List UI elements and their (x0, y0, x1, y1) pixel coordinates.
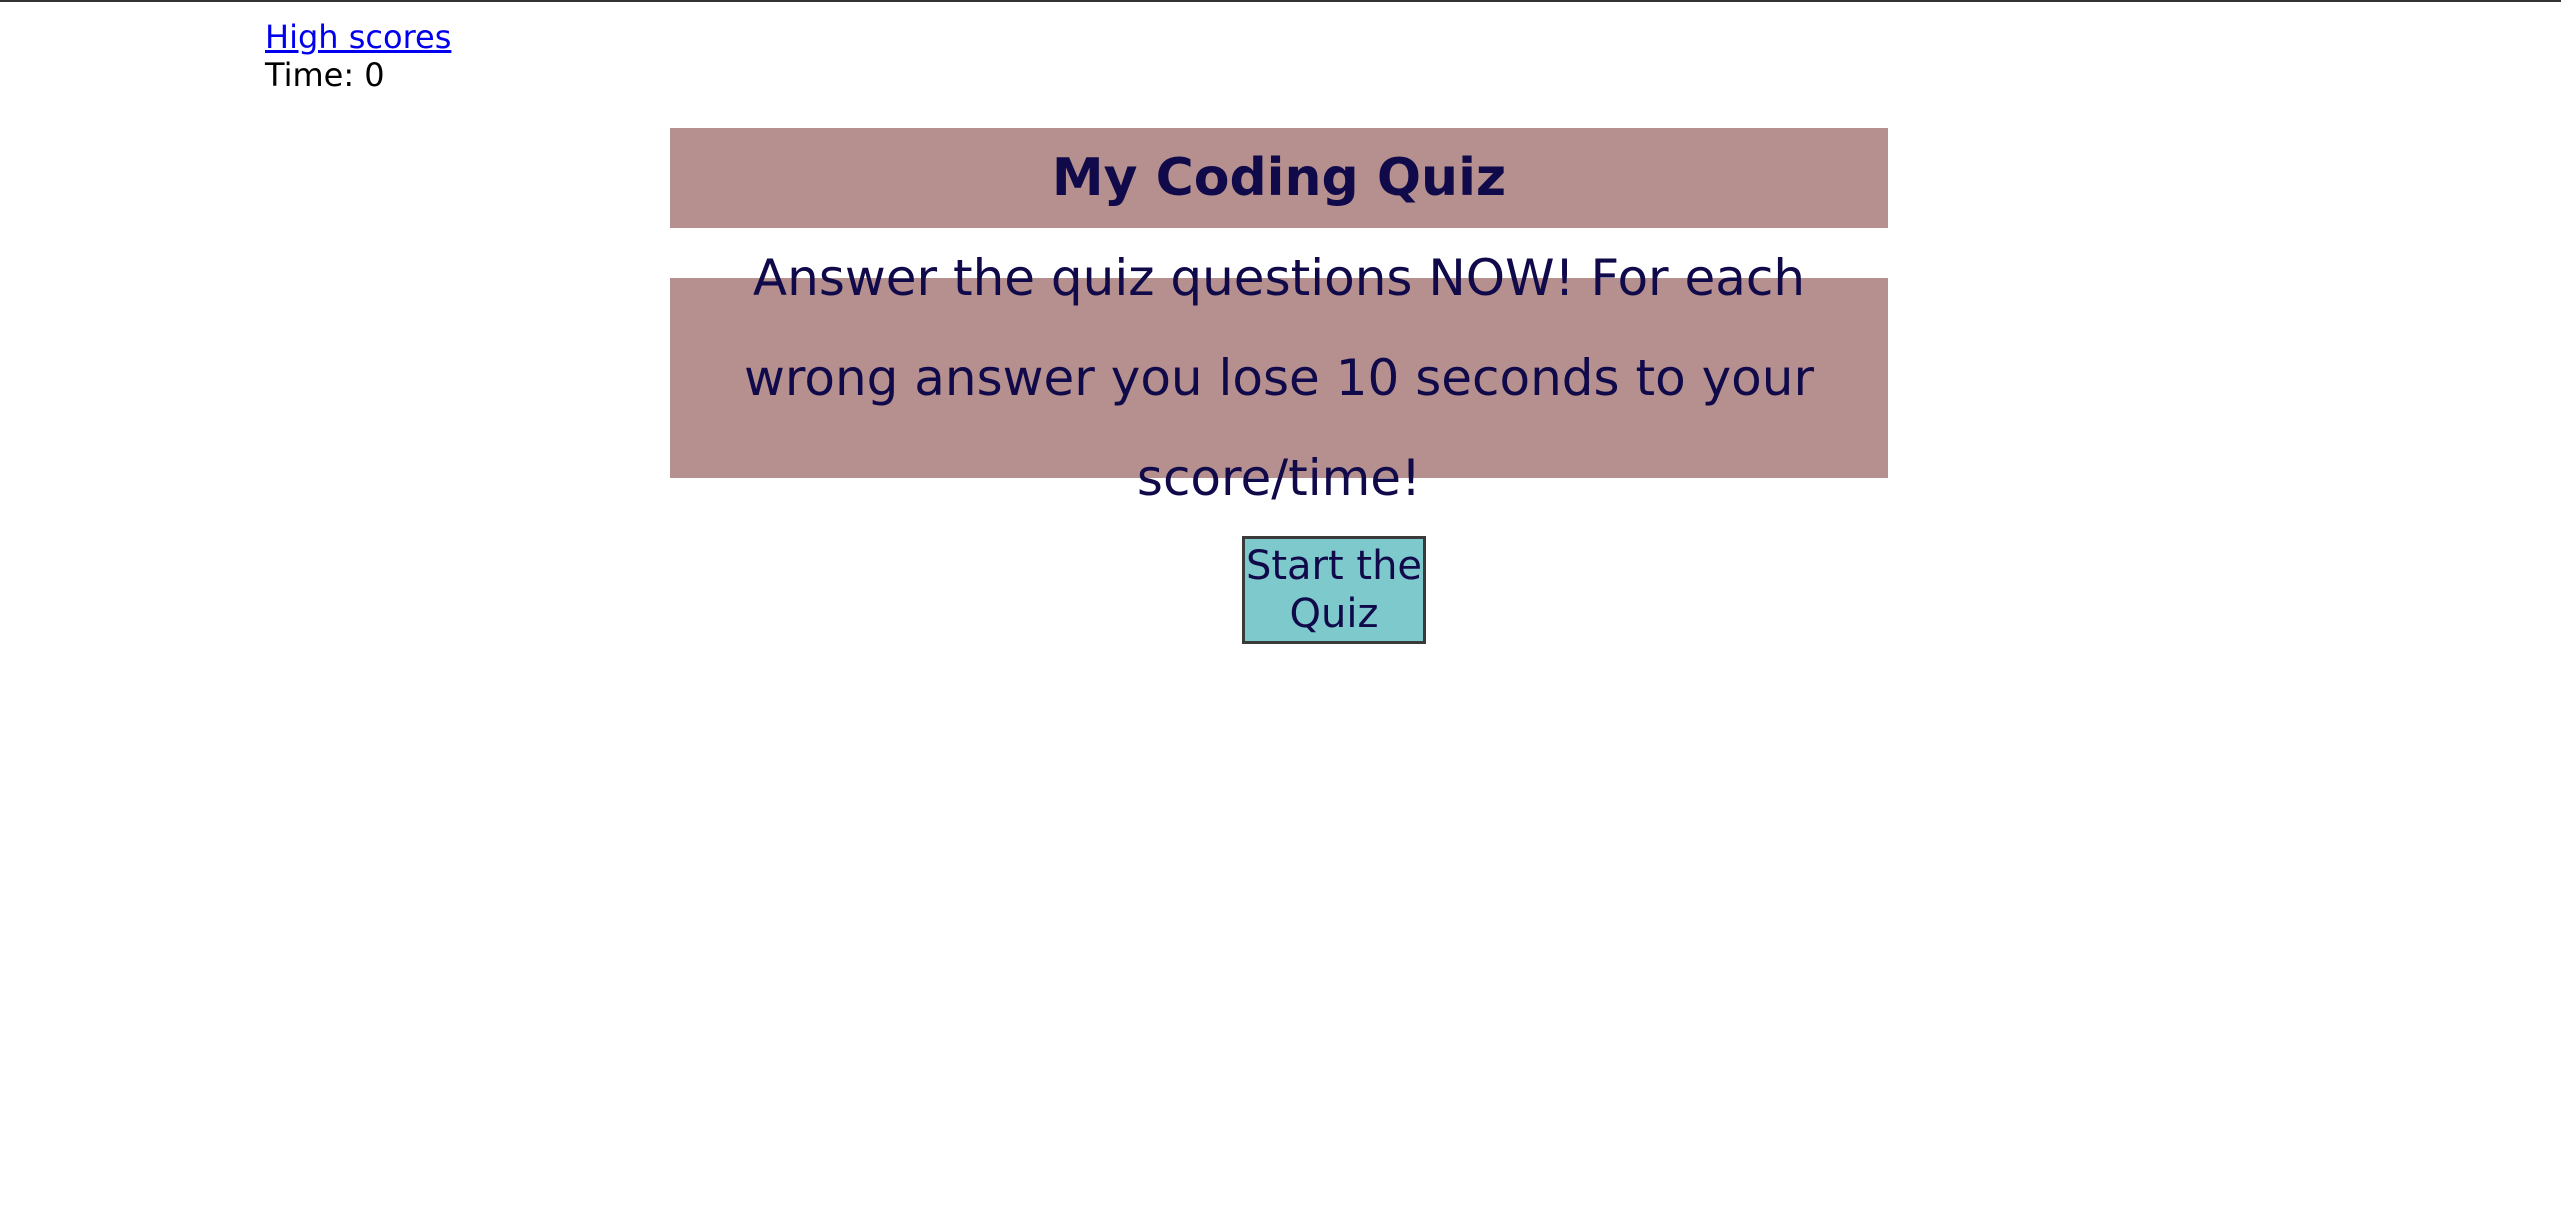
title-panel: My Coding Quiz (670, 128, 1888, 228)
start-quiz-button[interactable]: Start the Quiz (1242, 536, 1426, 644)
instructions-text: Answer the quiz questions NOW! For each … (744, 249, 1814, 507)
header: High scores Time: 0 (265, 18, 451, 94)
page-title: My Coding Quiz (1051, 148, 1507, 208)
timer: Time: 0 (265, 56, 451, 94)
top-border (0, 0, 2561, 2)
instructions-panel: Answer the quiz questions NOW! For each … (670, 249, 1888, 507)
timer-label: Time: (265, 56, 355, 94)
high-scores-link[interactable]: High scores (265, 18, 451, 56)
timer-value: 0 (364, 56, 385, 94)
